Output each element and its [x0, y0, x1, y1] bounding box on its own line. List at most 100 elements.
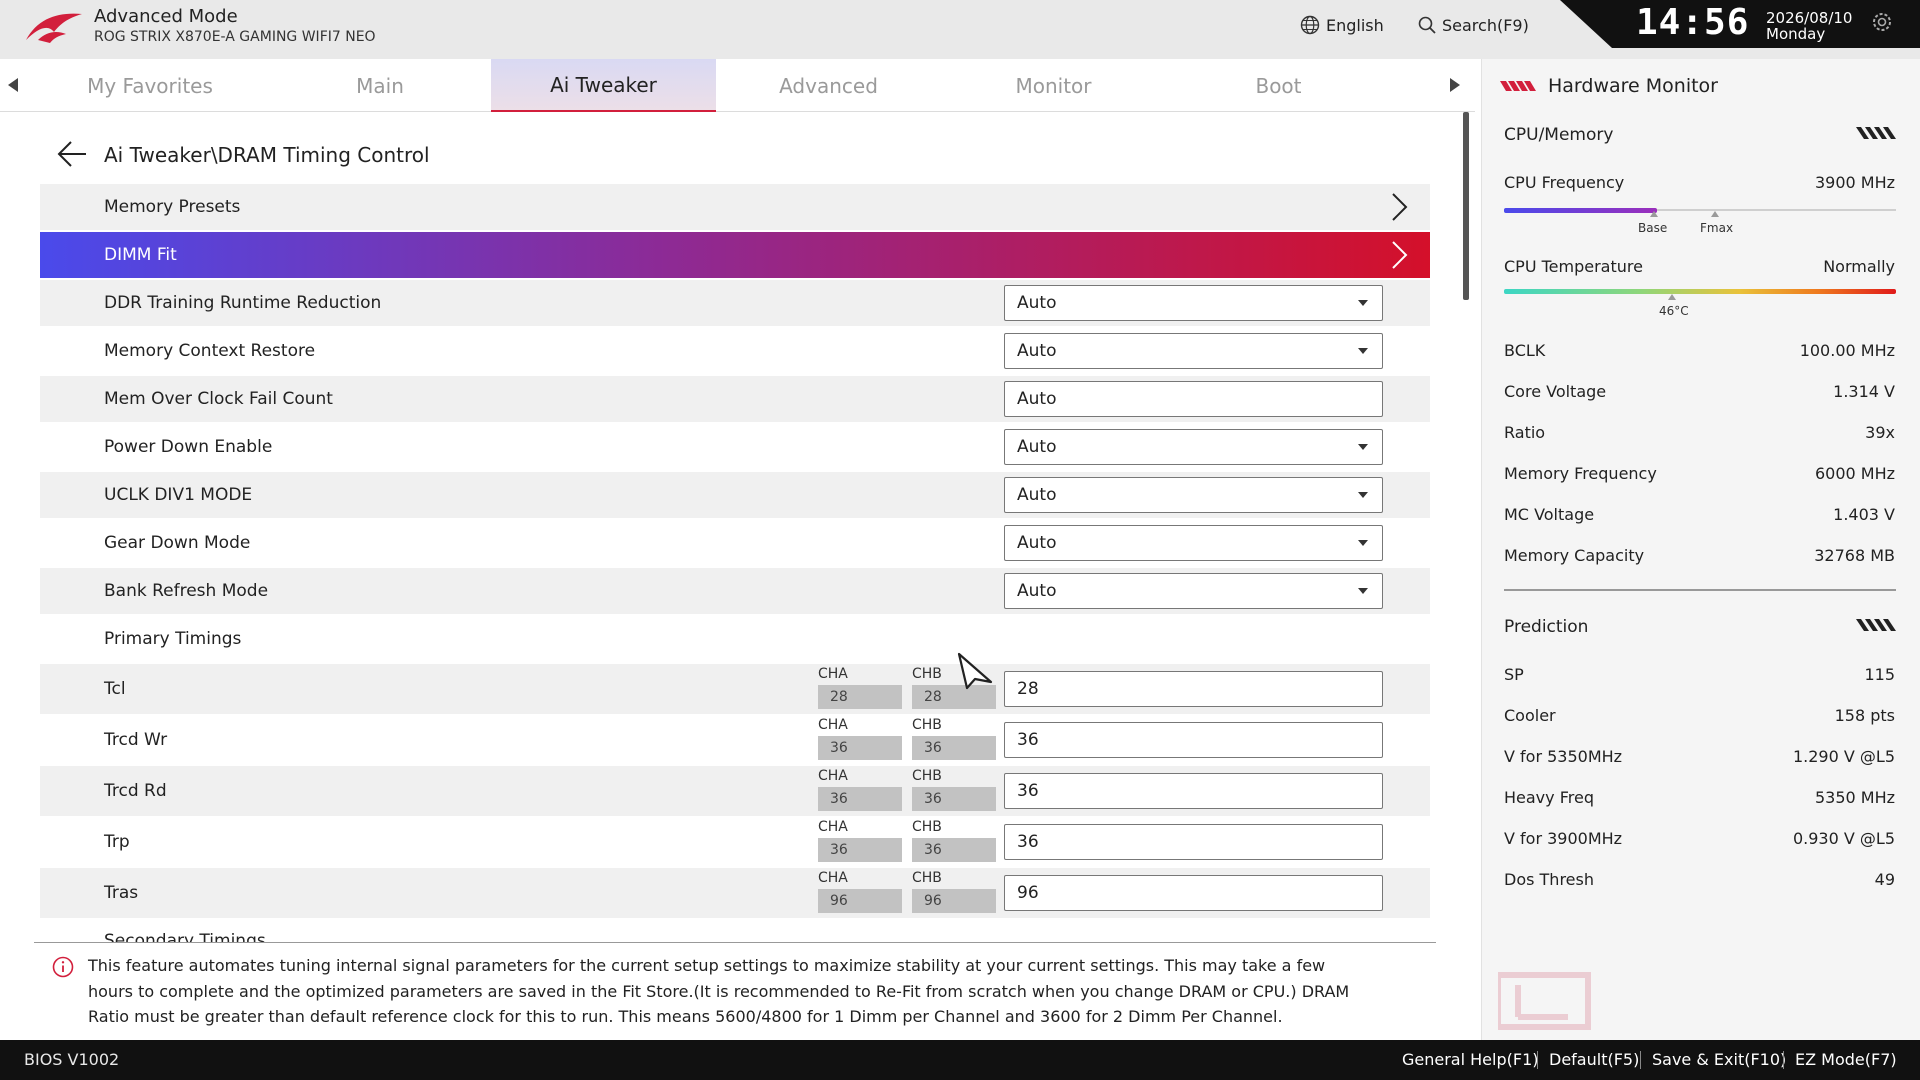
chb-label: CHB: [912, 768, 942, 784]
globe-icon: [1300, 15, 1320, 35]
ratio-label: Ratio: [1504, 423, 1546, 442]
chevron-right-icon: [1392, 241, 1408, 269]
section-label: Primary Timings: [104, 629, 242, 649]
tras-input[interactable]: 96: [1004, 875, 1383, 911]
mem-over-clock-fail-count-row: Mem Over Clock Fail Count Auto: [40, 376, 1430, 422]
trp-input[interactable]: 36: [1004, 824, 1383, 860]
sp-value: 115: [1864, 665, 1895, 684]
save-exit-button[interactable]: Save & Exit(F10): [1652, 1050, 1786, 1069]
mode-title: Advanced Mode: [94, 6, 238, 27]
input-value: 28: [1017, 679, 1039, 699]
hardware-monitor-logo-icon: [1500, 81, 1536, 91]
base-label: Base: [1638, 221, 1668, 235]
hardware-monitor-divider: [1504, 589, 1896, 591]
scrollbar-thumb[interactable]: [1463, 112, 1469, 300]
chb-label: CHB: [912, 819, 942, 835]
power-down-enable-select[interactable]: Auto: [1004, 429, 1383, 465]
bank-refresh-mode-select[interactable]: Auto: [1004, 573, 1383, 609]
select-value: Auto: [1017, 581, 1057, 601]
gear-down-mode-row: Gear Down Mode Auto: [40, 520, 1430, 566]
tab-ai-tweaker[interactable]: Ai Tweaker: [491, 59, 716, 112]
default-button[interactable]: Default(F5): [1549, 1050, 1639, 1069]
settings-icon[interactable]: [1870, 10, 1894, 34]
row-label: Trcd Wr: [104, 730, 168, 750]
temperature-marker-label: 46°C: [1659, 304, 1689, 318]
uclk-div1-mode-select[interactable]: Auto: [1004, 477, 1383, 513]
chb-value: 36: [912, 736, 996, 760]
bank-refresh-mode-row: Bank Refresh Mode Auto: [40, 568, 1430, 614]
content-divider: [34, 942, 1436, 943]
cha-label: CHA: [818, 819, 848, 835]
tcl-row: Tcl CHA 28 CHB 28 28: [40, 664, 1430, 714]
tab-advanced[interactable]: Advanced: [716, 59, 941, 112]
row-label: Gear Down Mode: [104, 533, 251, 553]
stripes-icon: [1856, 619, 1896, 631]
gear-down-mode-select[interactable]: Auto: [1004, 525, 1383, 561]
mem-over-clock-fail-count-input[interactable]: Auto: [1004, 381, 1383, 417]
cha-value: 36: [818, 787, 902, 811]
row-label: Memory Context Restore: [104, 341, 316, 361]
cpu-temperature-label: CPU Temperature: [1504, 257, 1643, 276]
tab-bar: My Favorites Main Ai Tweaker Advanced Mo…: [0, 59, 1475, 112]
memory-context-restore-select[interactable]: Auto: [1004, 333, 1383, 369]
select-value: Auto: [1017, 437, 1057, 457]
footer-separator: [1640, 1051, 1641, 1069]
memory-presets-row[interactable]: Memory Presets: [40, 184, 1430, 230]
trcd-rd-input[interactable]: 36: [1004, 773, 1383, 809]
heavy-freq-label: Heavy Freq: [1504, 788, 1594, 807]
ddr-training-runtime-reduction-row: DDR Training Runtime Reduction Auto: [40, 280, 1430, 326]
ratio-value: 39x: [1865, 423, 1895, 442]
search-button[interactable]: Search(F9): [1418, 13, 1529, 37]
cpu-frequency-value: 3900 MHz: [1814, 173, 1895, 192]
stripes-icon: [1856, 127, 1896, 139]
select-value: Auto: [1017, 533, 1057, 553]
ddr-training-runtime-reduction-select[interactable]: Auto: [1004, 285, 1383, 321]
input-value: Auto: [1017, 389, 1057, 409]
tcl-input[interactable]: 28: [1004, 671, 1383, 707]
general-help-button[interactable]: General Help(F1): [1402, 1050, 1538, 1069]
tab-monitor[interactable]: Monitor: [941, 59, 1166, 112]
cpu-temperature-value: Normally: [1823, 257, 1895, 276]
cooler-label: Cooler: [1504, 706, 1556, 725]
row-label: DDR Training Runtime Reduction: [104, 293, 382, 313]
back-arrow-icon[interactable]: [56, 140, 88, 168]
chb-value: 96: [912, 889, 996, 913]
bclk-value: 100.00 MHz: [1799, 341, 1895, 360]
select-value: Auto: [1017, 293, 1057, 313]
select-value: Auto: [1017, 485, 1057, 505]
clock: 14:56: [1636, 2, 1750, 43]
tab-main[interactable]: Main: [270, 59, 490, 112]
dimm-fit-row[interactable]: DIMM Fit: [40, 232, 1430, 278]
board-name: ROG STRIX X870E-A GAMING WIFI7 NEO: [94, 29, 376, 45]
cooler-value: 158 pts: [1834, 706, 1895, 725]
temperature-marker: [1668, 294, 1676, 300]
help-text: This feature automates tuning internal s…: [88, 956, 1350, 1026]
mc-voltage-value: 1.403 V: [1833, 505, 1895, 524]
hardware-monitor-title: Hardware Monitor: [1548, 75, 1718, 97]
tab-my-favorites[interactable]: My Favorites: [30, 59, 270, 112]
hardware-monitor-panel: Hardware Monitor CPU/Memory CPU Frequenc…: [1481, 59, 1920, 1040]
input-value: 96: [1017, 883, 1039, 903]
dos-thresh-value: 49: [1874, 870, 1895, 889]
ez-mode-button[interactable]: EZ Mode(F7): [1795, 1050, 1897, 1069]
base-marker: [1650, 211, 1658, 217]
cpu-frequency-label: CPU Frequency: [1504, 173, 1625, 192]
v-for-3900-value: 0.930 V @L5: [1792, 829, 1895, 848]
dropdown-caret-icon: [1358, 300, 1368, 306]
chb-value: 36: [912, 787, 996, 811]
core-voltage-label: Core Voltage: [1504, 382, 1607, 401]
trcd-wr-input[interactable]: 36: [1004, 722, 1383, 758]
row-label: DIMM Fit: [104, 245, 177, 265]
language-button[interactable]: English: [1300, 13, 1384, 37]
memory-frequency-label: Memory Frequency: [1504, 464, 1657, 483]
mc-voltage-label: MC Voltage: [1504, 505, 1595, 524]
rog-logo: [26, 13, 82, 43]
row-label: Tras: [104, 883, 139, 903]
tab-scroll-right-icon[interactable]: [1444, 75, 1464, 95]
tab-scroll-left-icon[interactable]: [4, 75, 24, 95]
cha-label: CHA: [818, 717, 848, 733]
tab-boot[interactable]: Boot: [1166, 59, 1391, 112]
dropdown-caret-icon: [1358, 444, 1368, 450]
dropdown-caret-icon: [1358, 492, 1368, 498]
v-for-3900-label: V for 3900MHz: [1504, 829, 1623, 848]
